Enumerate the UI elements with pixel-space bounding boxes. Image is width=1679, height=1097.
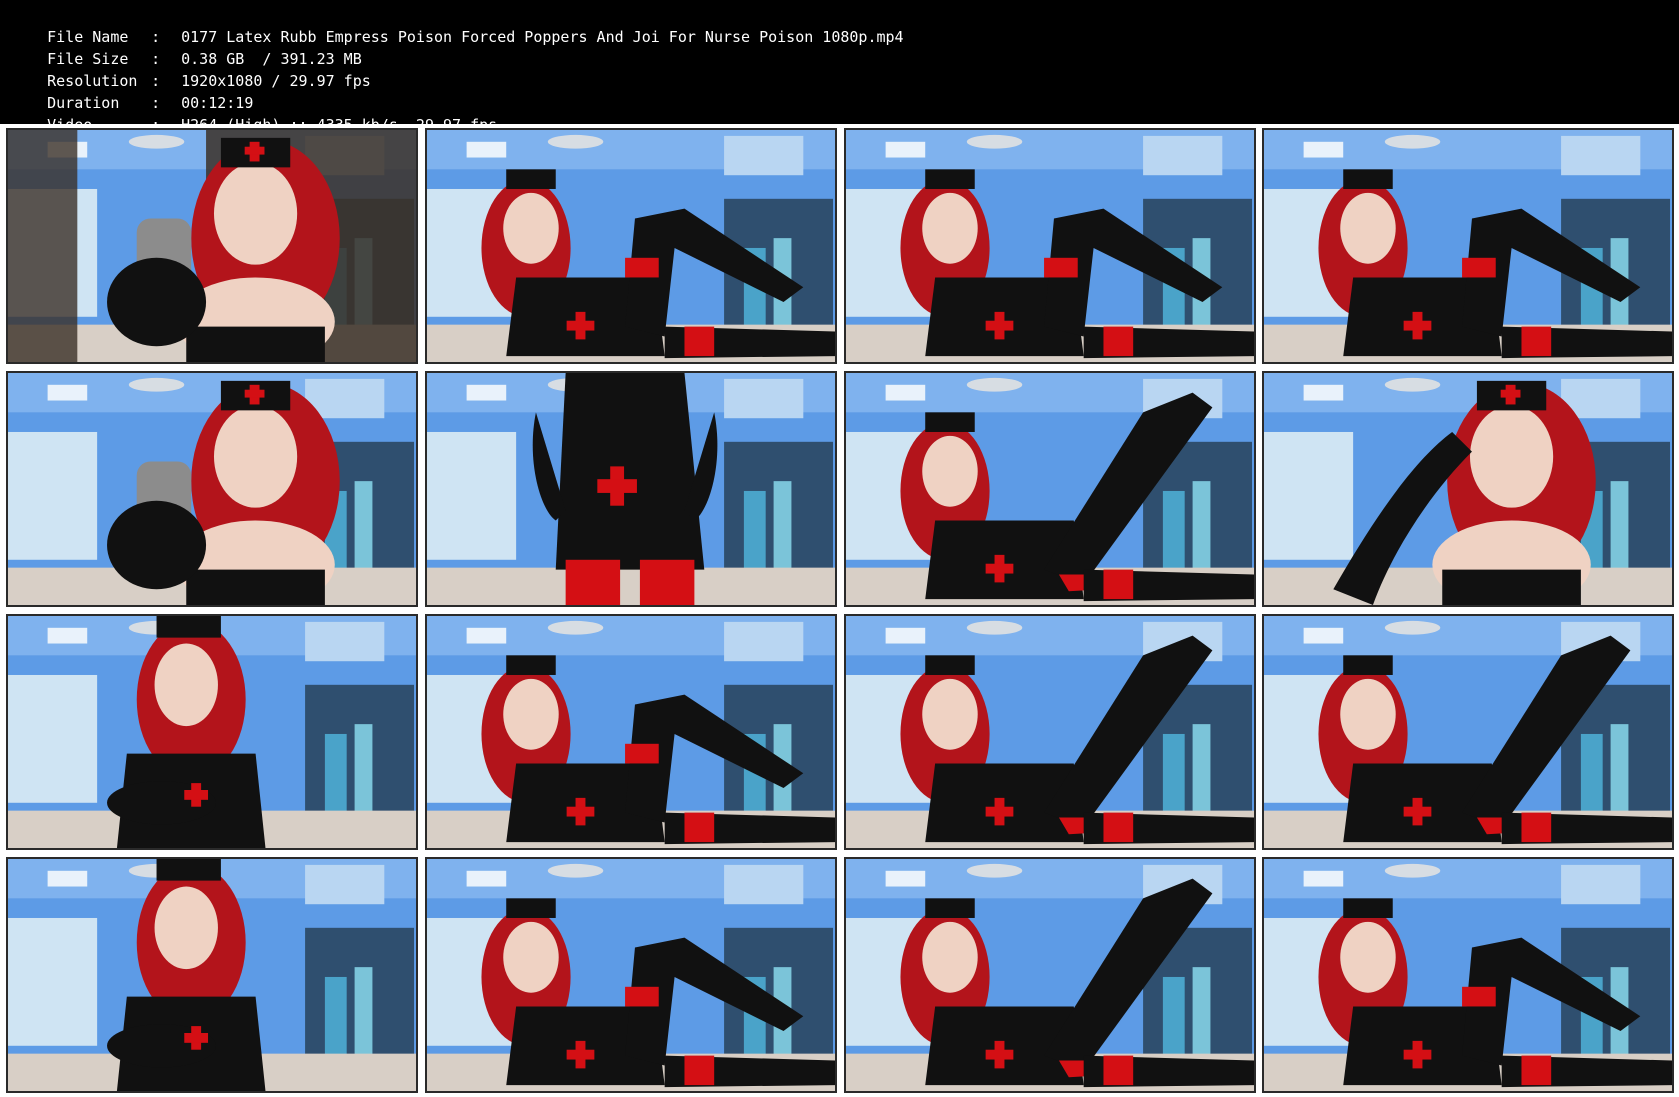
video-thumbnail bbox=[425, 371, 837, 607]
info-row-file-size: File Size:0.38 GB / 391.23 MB bbox=[11, 26, 362, 68]
video-thumbnail bbox=[6, 371, 418, 607]
video-thumbnail bbox=[1262, 371, 1674, 607]
video-thumbnail bbox=[844, 371, 1256, 607]
thumbnail-frame-image bbox=[427, 130, 835, 362]
video-thumbnail bbox=[844, 128, 1256, 364]
thumbnail-frame-image bbox=[1264, 859, 1672, 1091]
video-thumbnail bbox=[844, 614, 1256, 850]
thumbnail-frame-image bbox=[846, 130, 1254, 362]
thumbnail-frame-image bbox=[1264, 373, 1672, 605]
thumbnail-grid bbox=[0, 124, 1679, 1097]
info-row-duration: Duration:00:12:19 bbox=[11, 70, 253, 112]
thumbnail-frame-image bbox=[8, 130, 416, 362]
video-thumbnail bbox=[6, 128, 418, 364]
video-thumbnail bbox=[425, 128, 837, 364]
info-row-file-name: File Name:0177 Latex Rubb Empress Poison… bbox=[11, 4, 903, 46]
video-thumbnail bbox=[1262, 614, 1674, 850]
thumbnail-frame-image bbox=[8, 373, 416, 605]
thumbnail-frame-image bbox=[846, 373, 1254, 605]
thumbnail-frame-image bbox=[1264, 130, 1672, 362]
thumbnail-frame-image bbox=[8, 616, 416, 848]
thumbnail-frame-image bbox=[1264, 616, 1672, 848]
video-thumbnail bbox=[6, 857, 418, 1093]
thumbnail-frame-image bbox=[846, 616, 1254, 848]
video-thumbnail bbox=[844, 857, 1256, 1093]
thumbnail-frame-image bbox=[427, 616, 835, 848]
video-thumbnail bbox=[425, 614, 837, 850]
video-thumbnail bbox=[6, 614, 418, 850]
video-thumbnail bbox=[1262, 857, 1674, 1093]
thumbnail-frame-image bbox=[8, 859, 416, 1091]
media-info-header: File Name:0177 Latex Rubb Empress Poison… bbox=[0, 0, 1679, 134]
info-row-resolution: Resolution:1920x1080 / 29.97 fps bbox=[11, 48, 371, 90]
thumbnail-frame-image bbox=[427, 859, 835, 1091]
video-thumbnail bbox=[425, 857, 837, 1093]
thumbnail-frame-image bbox=[846, 859, 1254, 1091]
video-thumbnail bbox=[1262, 128, 1674, 364]
thumbnail-frame-image bbox=[427, 373, 835, 605]
info-row-video: Video:H264 (High) :: 4335 kb/s, 29.97 fp… bbox=[11, 92, 497, 134]
